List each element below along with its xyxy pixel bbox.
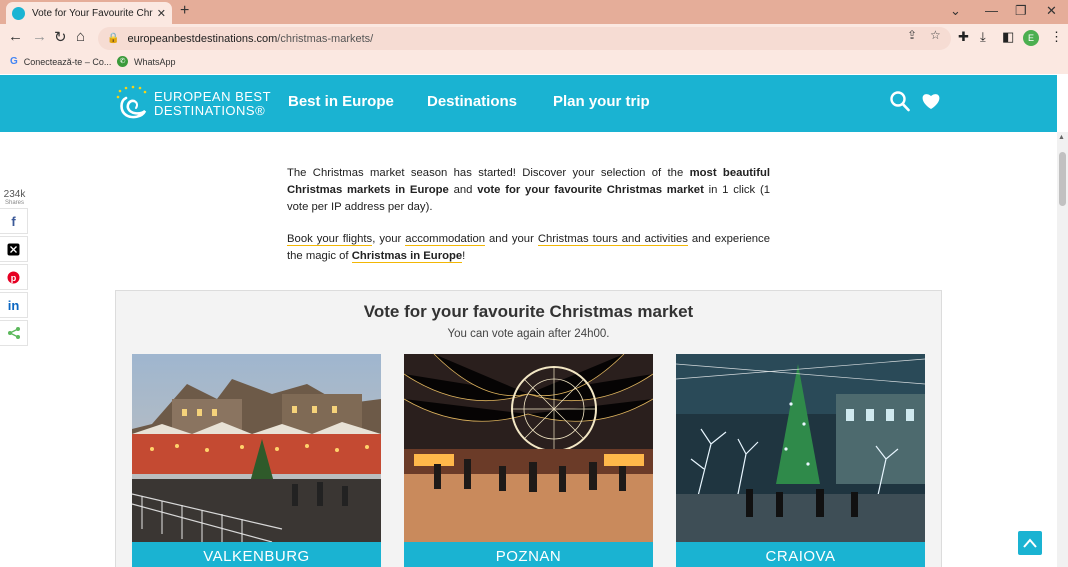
vote-section: Vote for your favourite Christmas market…	[115, 290, 942, 567]
scroll-up-icon[interactable]: ▲	[1058, 134, 1065, 141]
market-photo-valkenburg	[132, 354, 381, 542]
scrollbar-thumb[interactable]	[1059, 152, 1066, 206]
url-text: europeanbestdestinations.com/christmas-m…	[127, 32, 374, 45]
share-count: 234k Shares	[3, 189, 26, 206]
page-scrollbar[interactable]: ▲	[1057, 132, 1068, 567]
site-logo[interactable]: EUROPEAN BEST DESTINATIONS®	[116, 85, 271, 123]
market-card-craiova[interactable]: CRAIOVA	[676, 354, 925, 567]
back-icon[interactable]: ←	[8, 28, 23, 45]
market-photo-poznan	[404, 354, 653, 542]
nav-best-in-europe[interactable]: Best in Europe	[288, 93, 394, 110]
logo-swan-icon	[116, 85, 148, 123]
facebook-icon[interactable]: f	[0, 208, 28, 234]
download-icon[interactable]: ⤓	[980, 29, 986, 45]
pinterest-icon[interactable]: p	[0, 264, 28, 290]
site-favicon	[12, 6, 25, 20]
forward-icon[interactable]: →	[32, 28, 47, 45]
link-christmas-tours[interactable]: Christmas tours and activities	[537, 233, 688, 247]
bookmark-whatsapp[interactable]: ✆ WhatsApp	[117, 56, 176, 67]
svg-text:p: p	[11, 273, 17, 283]
restore-icon[interactable]: ❐	[1015, 3, 1027, 19]
vote-title: Vote for your favourite Christmas market	[363, 302, 694, 321]
share-icon[interactable]	[0, 320, 28, 346]
bookmark-label: WhatsApp	[134, 56, 176, 67]
nav-destinations[interactable]: Destinations	[427, 93, 517, 110]
intro-text: The Christmas market season has started!…	[287, 165, 770, 265]
linkedin-icon[interactable]: in	[0, 292, 28, 318]
minimize-icon[interactable]: —	[985, 3, 998, 18]
reload-icon[interactable]: ↻	[54, 28, 67, 46]
menu-dots-icon[interactable]: ⋮	[1050, 29, 1063, 45]
market-name: POZNAN	[404, 542, 653, 567]
side-panel-icon[interactable]: ◧	[1002, 29, 1014, 45]
home-icon[interactable]: ⌂	[76, 28, 85, 45]
close-tab-icon[interactable]: ✕	[157, 7, 166, 20]
intro-paragraph-1: The Christmas market season has started!…	[287, 167, 770, 213]
browser-tab-active[interactable]: Vote for Your Favourite Christmas ✕	[6, 2, 172, 24]
favorites-heart-icon[interactable]	[920, 90, 942, 117]
bookmark-google[interactable]: G Conectează-te – Co...	[10, 56, 111, 67]
close-window-icon[interactable]: ✕	[1046, 3, 1057, 19]
extensions-icon[interactable]: ✚	[958, 29, 969, 45]
whatsapp-icon: ✆	[117, 56, 128, 67]
market-card-valkenburg[interactable]: VALKENBURG	[132, 354, 381, 567]
search-icon[interactable]	[890, 90, 910, 117]
market-name: CRAIOVA	[676, 542, 925, 567]
link-accommodation[interactable]: accommodation	[405, 233, 486, 247]
x-icon[interactable]	[0, 236, 28, 262]
nav-plan-your-trip[interactable]: Plan your trip	[553, 93, 650, 110]
tab-search-chevron-icon[interactable]: ⌄	[950, 3, 961, 19]
vote-subtitle: You can vote again after 24h00.	[447, 328, 610, 340]
market-card-poznan[interactable]: POZNAN	[404, 354, 653, 567]
link-book-flights[interactable]: Book your flights	[287, 233, 373, 247]
lock-icon[interactable]: 🔒	[107, 33, 119, 44]
intro-paragraph-2: Book your flights, your accommodation an…	[287, 233, 770, 264]
address-bar[interactable]: 🔒 europeanbestdestinations.com/christmas…	[98, 27, 951, 50]
tab-title: Vote for Your Favourite Christmas	[32, 7, 153, 19]
market-name: VALKENBURG	[132, 542, 381, 567]
back-to-top-button[interactable]	[1018, 531, 1042, 555]
share-page-icon[interactable]: ⇪	[907, 28, 917, 42]
site-header: EUROPEAN BEST DESTINATIONS® Best in Euro…	[0, 75, 1057, 132]
link-christmas-in-europe[interactable]: Christmas in Europe	[351, 250, 463, 264]
bookmark-star-icon[interactable]: ☆	[930, 28, 941, 42]
share-sidebar: 234k Shares f p in	[0, 189, 29, 346]
browser-tab-strip: Vote for Your Favourite Christmas ✕ + ⌄ …	[0, 0, 1068, 24]
google-icon: G	[10, 56, 18, 67]
new-tab-icon[interactable]: +	[180, 2, 189, 20]
browser-toolbar: ← → ↻ ⌂ 🔒 europeanbestdestinations.com/c…	[0, 24, 1068, 52]
bookmark-label: Conectează-te – Co...	[23, 56, 112, 67]
logo-text: EUROPEAN BEST DESTINATIONS®	[154, 89, 272, 118]
profile-avatar[interactable]: E	[1023, 30, 1039, 46]
chevron-up-icon	[1023, 538, 1037, 548]
bookmarks-bar: G Conectează-te – Co... ✆ WhatsApp	[0, 52, 1068, 74]
market-photo-craiova	[676, 354, 925, 542]
